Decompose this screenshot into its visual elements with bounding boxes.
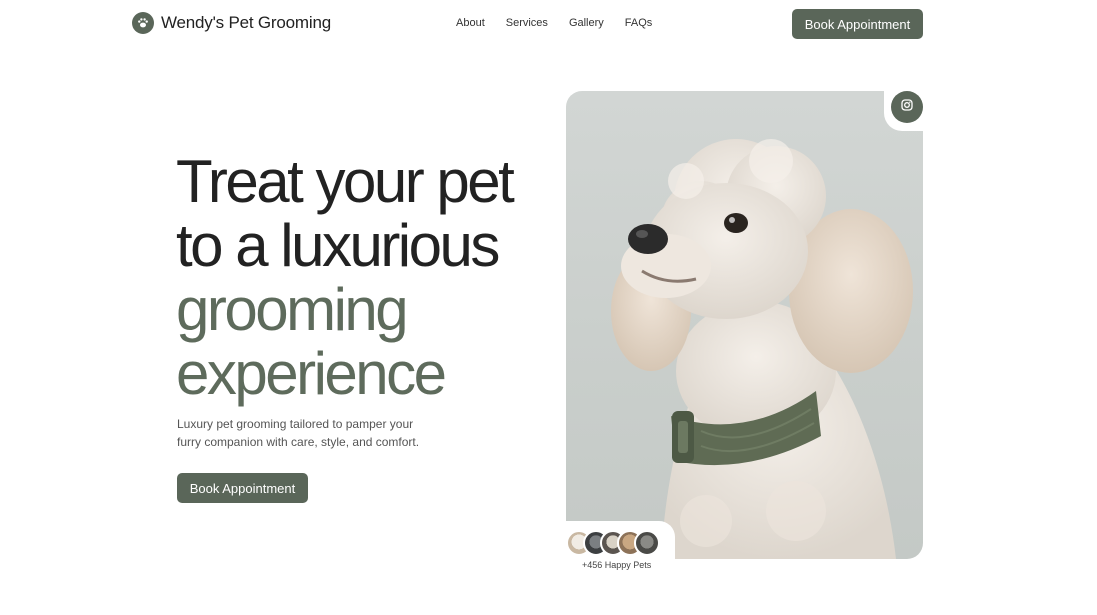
hero-title: Treat your pet to a luxurious grooming e… xyxy=(176,150,536,406)
nav-link-services[interactable]: Services xyxy=(506,17,548,29)
top-navigation: Wendy's Pet Grooming About Services Gall… xyxy=(0,0,1097,48)
poodle-illustration xyxy=(611,139,913,559)
brand-name: Wendy's Pet Grooming xyxy=(161,13,331,32)
hero-title-line-1: Treat your pet xyxy=(176,148,515,215)
book-appointment-hero-button[interactable]: Book Appointment xyxy=(177,473,308,503)
brand[interactable]: Wendy's Pet Grooming xyxy=(132,12,331,34)
happy-pets-avatars xyxy=(566,530,660,556)
hero-subtitle: Luxury pet grooming tailored to pamper y… xyxy=(177,417,420,449)
instagram-icon xyxy=(901,98,913,116)
avatar xyxy=(634,530,660,556)
nav-link-gallery[interactable]: Gallery xyxy=(569,17,604,29)
nav-link-about[interactable]: About xyxy=(456,17,485,29)
nav-link-faqs[interactable]: FAQs xyxy=(625,17,653,29)
book-appointment-nav-button[interactable]: Book Appointment xyxy=(792,9,923,39)
paw-icon xyxy=(132,12,154,34)
hero-title-line-3: grooming xyxy=(176,276,409,343)
nav-links: About Services Gallery FAQs xyxy=(456,17,652,29)
hero-dog-photo xyxy=(566,91,923,559)
hero-title-line-2: to a luxurious xyxy=(176,212,500,279)
happy-pets-count: +456 Happy Pets xyxy=(582,560,652,570)
instagram-button[interactable] xyxy=(891,91,923,123)
hero-title-line-4: experience xyxy=(176,340,447,407)
